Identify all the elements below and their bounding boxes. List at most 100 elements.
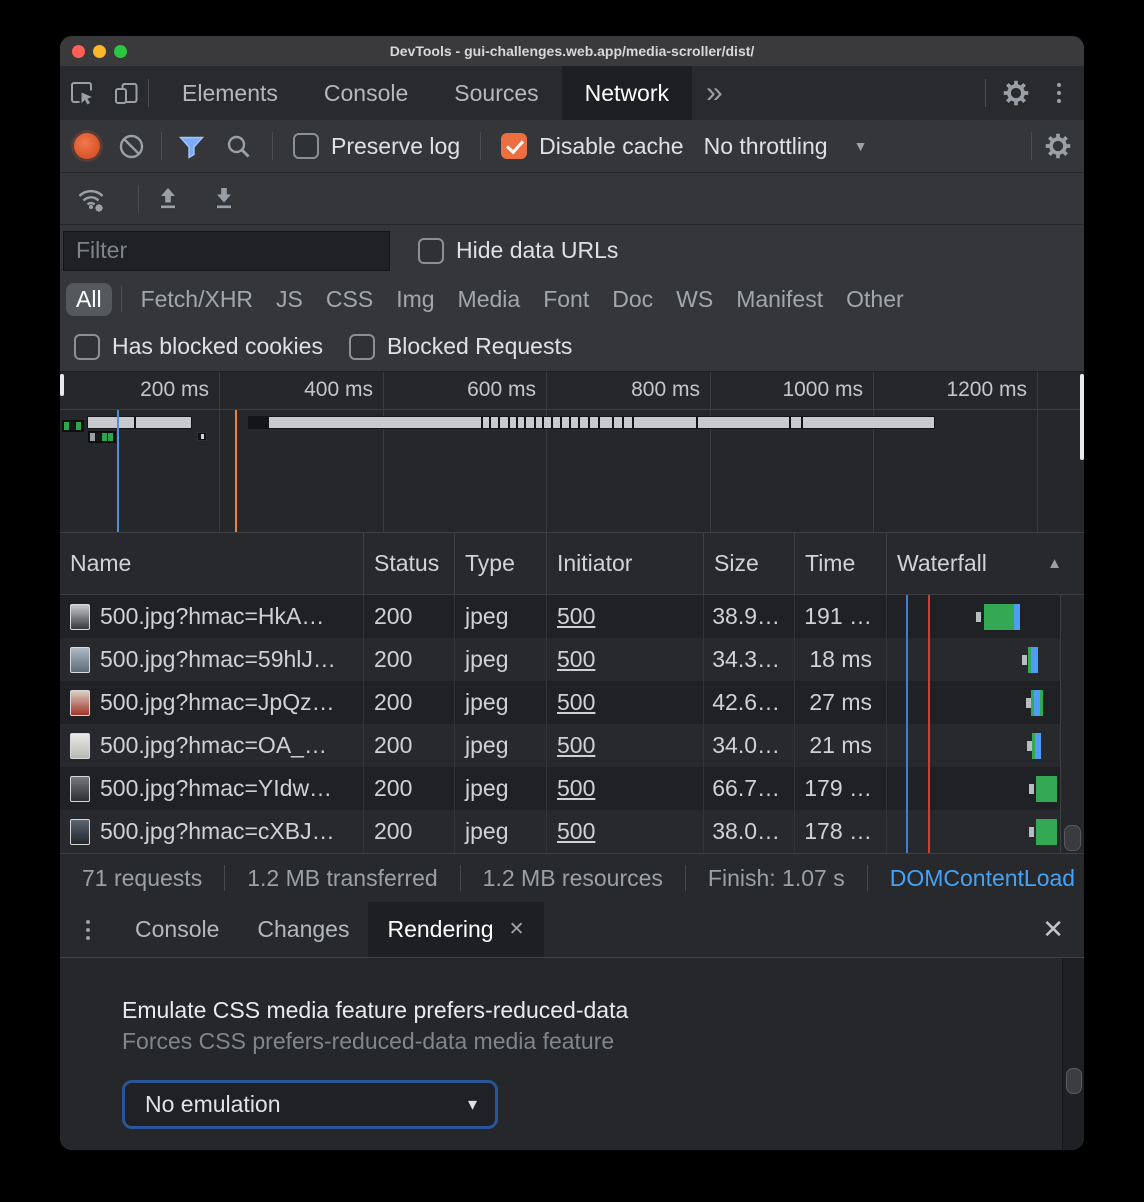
filter-pill-font[interactable]: Font: [533, 283, 599, 316]
bar-tick: [598, 417, 600, 428]
network-conditions-toolbar: [60, 173, 1084, 225]
filter-pill-css[interactable]: CSS: [316, 283, 383, 316]
traffic-lights: [72, 36, 127, 66]
record-network-log-button[interactable]: [74, 133, 100, 159]
settings-gear-button[interactable]: [996, 79, 1036, 107]
blocked-requests-checkbox[interactable]: [349, 334, 375, 360]
drawer-scrollbar-track[interactable]: [1062, 958, 1084, 1150]
requests-table-body: 500.jpg?hmac=HkA…200jpeg50038.9…191 …500…: [60, 595, 1084, 853]
preserve-log-checkbox[interactable]: [293, 133, 319, 159]
drawer-menu-button[interactable]: [60, 902, 116, 957]
more-tabs-button[interactable]: »: [692, 66, 737, 120]
bar-tick: [489, 417, 491, 428]
file-thumbnail-icon: [70, 690, 90, 716]
filter-pill-js[interactable]: JS: [266, 283, 313, 316]
table-row[interactable]: 500.jpg?hmac=JpQz…200jpeg50042.6…27 ms: [60, 681, 1084, 724]
inspect-cursor-icon: [69, 80, 95, 106]
initiator-link[interactable]: 500: [557, 732, 595, 759]
initiator-link[interactable]: 500: [557, 775, 595, 802]
table-scrollbar-thumb[interactable]: [1064, 825, 1081, 851]
initiator-link[interactable]: 500: [557, 818, 595, 845]
column-header-type[interactable]: Type: [455, 533, 547, 594]
drawer-tab-console[interactable]: Console: [116, 902, 238, 957]
drawer-scrollbar-thumb[interactable]: [1066, 1068, 1082, 1094]
column-header-size[interactable]: Size: [704, 533, 795, 594]
chip: [90, 433, 95, 441]
zoom-window-button[interactable]: [114, 45, 127, 58]
network-overview-timeline[interactable]: 200 ms400 ms600 ms800 ms1000 ms1200 ms: [60, 372, 1084, 533]
tab-sources[interactable]: Sources: [431, 66, 561, 120]
cell-waterfall: [887, 810, 1084, 853]
column-header-name[interactable]: Name: [60, 533, 364, 594]
tab-console[interactable]: Console: [301, 66, 431, 120]
initiator-link[interactable]: 500: [557, 646, 595, 673]
cell-status: 200: [364, 638, 455, 681]
import-har-button[interactable]: [153, 186, 183, 211]
overview-right-handle[interactable]: [1080, 374, 1084, 460]
filter-pill-ws[interactable]: WS: [666, 283, 723, 316]
table-scrollbar-track[interactable]: [1060, 595, 1084, 853]
waterfall-green-bar: [1040, 690, 1043, 716]
has-blocked-cookies-checkbox[interactable]: [74, 334, 100, 360]
bar-tick: [622, 417, 624, 428]
overview-time-label: 600 ms: [406, 378, 536, 402]
filter-pill-other[interactable]: Other: [836, 283, 914, 316]
chevron-down-icon[interactable]: ▼: [854, 138, 868, 154]
search-button[interactable]: [225, 133, 252, 160]
cell-name: 500.jpg?hmac=YIdw…: [60, 767, 364, 810]
main-menu-button[interactable]: [1046, 83, 1072, 103]
minimize-window-button[interactable]: [93, 45, 106, 58]
network-conditions-button[interactable]: [74, 185, 108, 213]
export-har-button[interactable]: [209, 186, 239, 211]
cell-name: 500.jpg?hmac=59hlJ…: [60, 638, 364, 681]
initiator-link[interactable]: 500: [557, 603, 595, 630]
tab-elements[interactable]: Elements: [159, 66, 301, 120]
table-row[interactable]: 500.jpg?hmac=cXBJ…200jpeg50038.0…178 …: [60, 810, 1084, 853]
cell-waterfall: [887, 724, 1084, 767]
overview-left-handle[interactable]: [60, 374, 64, 396]
hide-data-urls-label: Hide data URLs: [456, 237, 618, 264]
network-summary-bar: 71 requests1.2 MB transferred1.2 MB reso…: [60, 853, 1084, 902]
load-event-line: [928, 595, 930, 853]
inspect-element-button[interactable]: [60, 66, 104, 120]
waterfall-blue-bar: [1035, 733, 1041, 759]
device-toolbar-button[interactable]: [104, 66, 148, 120]
filter-pill-fetch-xhr[interactable]: Fetch/XHR: [131, 283, 263, 316]
table-row[interactable]: 500.jpg?hmac=YIdw…200jpeg50066.7…179 …: [60, 767, 1084, 810]
column-header-initiator[interactable]: Initiator: [547, 533, 704, 594]
table-row[interactable]: 500.jpg?hmac=HkA…200jpeg50038.9…191 …: [60, 595, 1084, 638]
cell-status: 200: [364, 810, 455, 853]
column-header-time[interactable]: Time: [795, 533, 887, 594]
close-window-button[interactable]: [72, 45, 85, 58]
filter-pill-media[interactable]: Media: [448, 283, 531, 316]
filter-pill-manifest[interactable]: Manifest: [726, 283, 833, 316]
clear-network-log-button[interactable]: [118, 133, 145, 160]
filter-pill-img[interactable]: Img: [386, 283, 444, 316]
file-thumbnail-icon: [70, 776, 90, 802]
emulate-media-feature-subtitle: Forces CSS prefers-reduced-data media fe…: [122, 1026, 1084, 1056]
tab-close-icon[interactable]: ✕: [509, 918, 525, 941]
drawer-tab-rendering[interactable]: Rendering✕: [368, 902, 543, 957]
column-header-waterfall[interactable]: Waterfall ▲: [887, 533, 1084, 594]
filter-toggle-button[interactable]: [178, 133, 205, 160]
cell-waterfall: [887, 638, 1084, 681]
drawer-tab-changes[interactable]: Changes: [238, 902, 368, 957]
cell-status: 200: [364, 595, 455, 638]
network-settings-button[interactable]: [1032, 132, 1084, 160]
column-header-status[interactable]: Status: [364, 533, 455, 594]
throttling-select[interactable]: No throttling: [704, 133, 828, 160]
table-row[interactable]: 500.jpg?hmac=OA_…200jpeg50034.0…21 ms: [60, 724, 1084, 767]
filter-pill-doc[interactable]: Doc: [602, 283, 663, 316]
clear-icon: [118, 133, 145, 160]
drawer-close-button[interactable]: ✕: [1022, 902, 1084, 957]
table-row[interactable]: 500.jpg?hmac=59hlJ…200jpeg50034.3…18 ms: [60, 638, 1084, 681]
disable-cache-checkbox[interactable]: [501, 133, 527, 159]
waterfall-green-bar: [1036, 776, 1057, 802]
tab-network[interactable]: Network: [562, 66, 692, 120]
hide-data-urls-checkbox[interactable]: [418, 238, 444, 264]
filter-pill-all[interactable]: All: [66, 283, 112, 316]
prefers-reduced-data-select[interactable]: No emulation ▾: [122, 1080, 498, 1129]
filter-input[interactable]: [63, 231, 390, 271]
initiator-link[interactable]: 500: [557, 689, 595, 716]
funnel-icon: [178, 133, 205, 160]
